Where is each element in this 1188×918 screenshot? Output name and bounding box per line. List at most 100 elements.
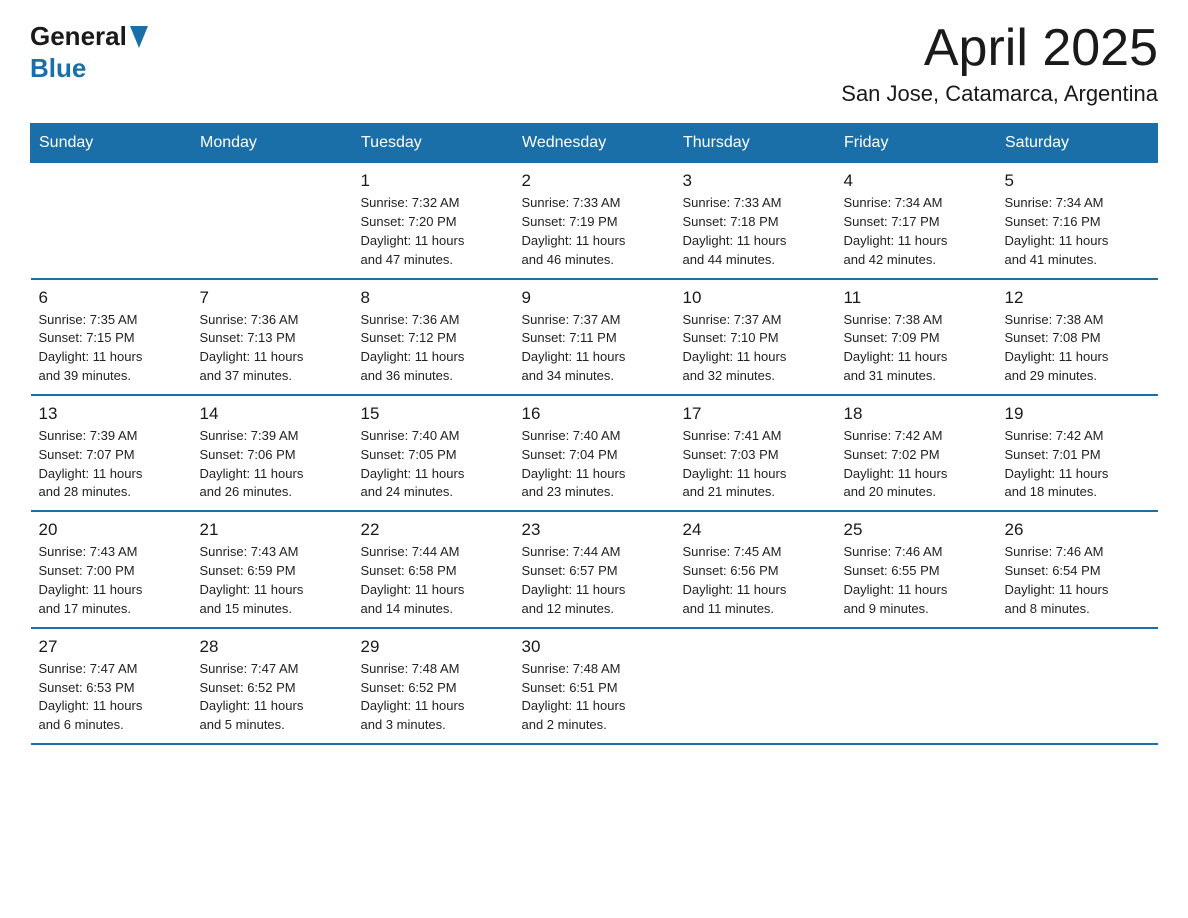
day-info: Sunrise: 7:37 AMSunset: 7:10 PMDaylight:… <box>683 311 828 386</box>
calendar-cell: 21 Sunrise: 7:43 AMSunset: 6:59 PMDayligh… <box>192 511 353 627</box>
day-number: 1 <box>361 171 506 191</box>
day-number: 2 <box>522 171 667 191</box>
day-number: 11 <box>844 288 989 308</box>
day-info: Sunrise: 7:40 AMSunset: 7:04 PMDaylight:… <box>522 427 667 502</box>
day-info: Sunrise: 7:43 AMSunset: 6:59 PMDaylight:… <box>200 543 345 618</box>
calendar-cell: 14Sunrise: 7:39 AMSunset: 7:06 PMDayligh… <box>192 395 353 511</box>
day-info: Sunrise: 7:48 AMSunset: 6:51 PMDaylight:… <box>522 660 667 735</box>
day-number: 24 <box>683 520 828 540</box>
day-info: Sunrise: 7:39 AMSunset: 7:07 PMDaylight:… <box>39 427 184 502</box>
day-info: Sunrise: 7:42 AMSunset: 7:02 PMDaylight:… <box>844 427 989 502</box>
day-info: Sunrise: 7:37 AMSunset: 7:11 PMDaylight:… <box>522 311 667 386</box>
calendar-cell: 19 Sunrise: 7:42 AMSunset: 7:01 PMDayligh… <box>997 395 1158 511</box>
location-title: San Jose, Catamarca, Argentina <box>841 81 1158 107</box>
calendar-cell: 25 Sunrise: 7:46 AMSunset: 6:55 PMDayligh… <box>836 511 997 627</box>
day-number: 5 <box>1005 171 1150 191</box>
calendar-cell: 6 Sunrise: 7:35 AMSunset: 7:15 PMDaylight… <box>31 279 192 395</box>
calendar-week-row: 6 Sunrise: 7:35 AMSunset: 7:15 PMDaylight… <box>31 279 1158 395</box>
calendar-cell: 11Sunrise: 7:38 AMSunset: 7:09 PMDayligh… <box>836 279 997 395</box>
day-number: 28 <box>200 637 345 657</box>
calendar-cell: 8 Sunrise: 7:36 AMSunset: 7:12 PMDaylight… <box>353 279 514 395</box>
calendar-cell: 7 Sunrise: 7:36 AMSunset: 7:13 PMDaylight… <box>192 279 353 395</box>
day-number: 3 <box>683 171 828 191</box>
calendar-cell: 26Sunrise: 7:46 AMSunset: 6:54 PMDayligh… <box>997 511 1158 627</box>
day-number: 20 <box>39 520 184 540</box>
day-info: Sunrise: 7:40 AMSunset: 7:05 PMDaylight:… <box>361 427 506 502</box>
day-number: 9 <box>522 288 667 308</box>
calendar-week-row: 1Sunrise: 7:32 AMSunset: 7:20 PMDaylight… <box>31 163 1158 279</box>
calendar-cell: 30 Sunrise: 7:48 AMSunset: 6:51 PMDayligh… <box>514 628 675 744</box>
month-title: April 2025 <box>841 20 1158 77</box>
day-info: Sunrise: 7:35 AMSunset: 7:15 PMDaylight:… <box>39 311 184 386</box>
calendar-cell: 20 Sunrise: 7:43 AMSunset: 7:00 PMDayligh… <box>31 511 192 627</box>
day-number: 13 <box>39 404 184 424</box>
calendar-cell: 4 Sunrise: 7:34 AMSunset: 7:17 PMDaylight… <box>836 163 997 279</box>
day-number: 25 <box>844 520 989 540</box>
calendar-cell <box>192 163 353 279</box>
calendar-week-row: 27 Sunrise: 7:47 AMSunset: 6:53 PMDayligh… <box>31 628 1158 744</box>
day-info: Sunrise: 7:46 AMSunset: 6:55 PMDaylight:… <box>844 543 989 618</box>
day-number: 12 <box>1005 288 1150 308</box>
day-info: Sunrise: 7:47 AMSunset: 6:52 PMDaylight:… <box>200 660 345 735</box>
calendar-cell: 5 Sunrise: 7:34 AMSunset: 7:16 PMDaylight… <box>997 163 1158 279</box>
day-number: 4 <box>844 171 989 191</box>
day-info: Sunrise: 7:34 AMSunset: 7:17 PMDaylight:… <box>844 194 989 269</box>
day-number: 19 <box>1005 404 1150 424</box>
weekday-header-thursday: Thursday <box>675 124 836 163</box>
logo-general-text: General <box>30 21 127 52</box>
day-number: 8 <box>361 288 506 308</box>
day-info: Sunrise: 7:42 AMSunset: 7:01 PMDaylight:… <box>1005 427 1150 502</box>
calendar-week-row: 20 Sunrise: 7:43 AMSunset: 7:00 PMDayligh… <box>31 511 1158 627</box>
day-number: 17 <box>683 404 828 424</box>
calendar-cell: 12 Sunrise: 7:38 AMSunset: 7:08 PMDayligh… <box>997 279 1158 395</box>
calendar-cell: 2 Sunrise: 7:33 AMSunset: 7:19 PMDaylight… <box>514 163 675 279</box>
calendar-cell: 10 Sunrise: 7:37 AMSunset: 7:10 PMDayligh… <box>675 279 836 395</box>
day-info: Sunrise: 7:33 AMSunset: 7:19 PMDaylight:… <box>522 194 667 269</box>
weekday-header-saturday: Saturday <box>997 124 1158 163</box>
calendar-cell <box>31 163 192 279</box>
weekday-header-sunday: Sunday <box>31 124 192 163</box>
calendar-cell: 17Sunrise: 7:41 AMSunset: 7:03 PMDayligh… <box>675 395 836 511</box>
calendar-cell: 23 Sunrise: 7:44 AMSunset: 6:57 PMDayligh… <box>514 511 675 627</box>
day-number: 10 <box>683 288 828 308</box>
day-number: 6 <box>39 288 184 308</box>
day-number: 27 <box>39 637 184 657</box>
calendar-cell: 9 Sunrise: 7:37 AMSunset: 7:11 PMDaylight… <box>514 279 675 395</box>
day-number: 23 <box>522 520 667 540</box>
logo: General Blue <box>30 20 148 84</box>
calendar-cell: 3 Sunrise: 7:33 AMSunset: 7:18 PMDaylight… <box>675 163 836 279</box>
day-number: 14 <box>200 404 345 424</box>
day-info: Sunrise: 7:36 AMSunset: 7:13 PMDaylight:… <box>200 311 345 386</box>
day-info: Sunrise: 7:36 AMSunset: 7:12 PMDaylight:… <box>361 311 506 386</box>
day-info: Sunrise: 7:44 AMSunset: 6:58 PMDaylight:… <box>361 543 506 618</box>
calendar-cell: 1Sunrise: 7:32 AMSunset: 7:20 PMDaylight… <box>353 163 514 279</box>
logo-arrow-icon <box>130 26 148 48</box>
logo-blue-text: Blue <box>30 53 86 83</box>
day-info: Sunrise: 7:33 AMSunset: 7:18 PMDaylight:… <box>683 194 828 269</box>
day-info: Sunrise: 7:34 AMSunset: 7:16 PMDaylight:… <box>1005 194 1150 269</box>
day-info: Sunrise: 7:48 AMSunset: 6:52 PMDaylight:… <box>361 660 506 735</box>
calendar-week-row: 13 Sunrise: 7:39 AMSunset: 7:07 PMDayligh… <box>31 395 1158 511</box>
calendar-cell: 18Sunrise: 7:42 AMSunset: 7:02 PMDayligh… <box>836 395 997 511</box>
day-info: Sunrise: 7:38 AMSunset: 7:08 PMDaylight:… <box>1005 311 1150 386</box>
calendar-table: SundayMondayTuesdayWednesdayThursdayFrid… <box>30 123 1158 745</box>
day-number: 30 <box>522 637 667 657</box>
day-number: 21 <box>200 520 345 540</box>
day-info: Sunrise: 7:43 AMSunset: 7:00 PMDaylight:… <box>39 543 184 618</box>
day-info: Sunrise: 7:44 AMSunset: 6:57 PMDaylight:… <box>522 543 667 618</box>
page-header: General Blue April 2025 San Jose, Catama… <box>30 20 1158 107</box>
day-info: Sunrise: 7:45 AMSunset: 6:56 PMDaylight:… <box>683 543 828 618</box>
title-section: April 2025 San Jose, Catamarca, Argentin… <box>841 20 1158 107</box>
calendar-cell: 13 Sunrise: 7:39 AMSunset: 7:07 PMDayligh… <box>31 395 192 511</box>
day-info: Sunrise: 7:46 AMSunset: 6:54 PMDaylight:… <box>1005 543 1150 618</box>
calendar-cell: 15Sunrise: 7:40 AMSunset: 7:05 PMDayligh… <box>353 395 514 511</box>
calendar-cell: 28 Sunrise: 7:47 AMSunset: 6:52 PMDayligh… <box>192 628 353 744</box>
calendar-header-row: SundayMondayTuesdayWednesdayThursdayFrid… <box>31 124 1158 163</box>
calendar-cell <box>997 628 1158 744</box>
day-number: 22 <box>361 520 506 540</box>
weekday-header-tuesday: Tuesday <box>353 124 514 163</box>
calendar-cell: 16Sunrise: 7:40 AMSunset: 7:04 PMDayligh… <box>514 395 675 511</box>
day-info: Sunrise: 7:47 AMSunset: 6:53 PMDaylight:… <box>39 660 184 735</box>
day-number: 7 <box>200 288 345 308</box>
calendar-cell: 24 Sunrise: 7:45 AMSunset: 6:56 PMDayligh… <box>675 511 836 627</box>
